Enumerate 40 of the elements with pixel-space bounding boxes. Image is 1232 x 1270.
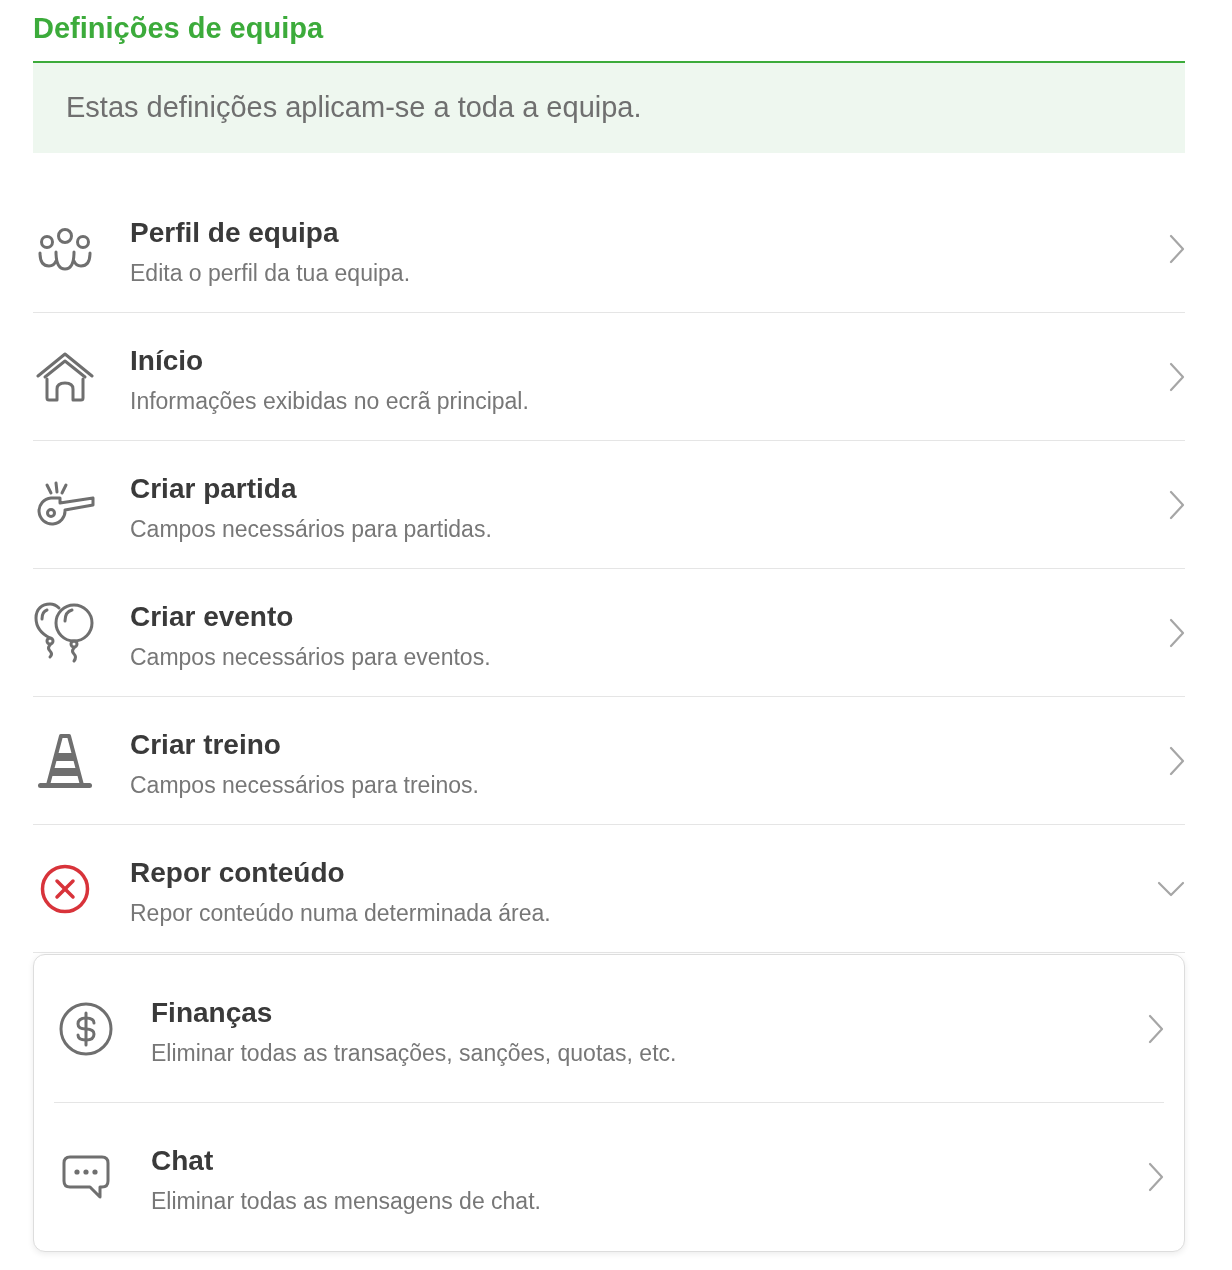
settings-row[interactable]: Início Informações exibidas no ecrã principal. <box>33 313 1185 441</box>
setting-title: Chat <box>151 1144 215 1178</box>
balloons-icon <box>34 600 96 665</box>
setting-title: Finanças <box>151 995 274 1030</box>
settings-row[interactable]: Criar evento Campos necessários para eventos. <box>33 569 1185 697</box>
submenu-row[interactable]: Finanças Eliminar todas as transações, sanções, quotas, etc. <box>54 955 1164 1103</box>
home-icon <box>36 351 94 402</box>
team-icon <box>38 226 92 271</box>
close-circle-icon <box>40 863 90 914</box>
chevron-right-icon <box>1169 617 1185 648</box>
dollar-circle-icon <box>59 1001 113 1056</box>
setting-title: Repor conteúdo <box>130 855 346 890</box>
chat-bubble-icon <box>62 1155 110 1199</box>
settings-row[interactable]: Perfil de equipa Edita o perfil da tua equipa. <box>33 185 1185 313</box>
setting-description: Campos necessários para partidas. <box>130 514 493 544</box>
setting-description: Campos necessários para treinos. <box>130 770 480 800</box>
chevron-right-icon <box>1169 361 1185 392</box>
setting-description: Repor conteúdo numa determinada área. <box>130 898 552 928</box>
setting-title: Criar treino <box>130 727 282 762</box>
setting-description: Campos necessários para eventos. <box>130 642 492 672</box>
chevron-right-icon <box>1169 233 1185 264</box>
info-text: Estas definições aplicam-se a toda a equipa. <box>66 90 642 126</box>
setting-title: Perfil de equipa <box>130 215 340 250</box>
setting-description: Eliminar todas as transações, sanções, quotas, etc. <box>151 1038 678 1068</box>
settings-row[interactable]: Criar partida Campos necessários para partidas. <box>33 441 1185 569</box>
traffic-cone-icon <box>36 732 94 789</box>
chevron-right-icon <box>1148 1013 1164 1044</box>
submenu-row[interactable]: Chat Eliminar todas as mensagens de chat. <box>54 1103 1164 1251</box>
setting-description: Informações exibidas no ecrã principal. <box>130 386 530 416</box>
page-title: Definições de equipa <box>33 10 324 46</box>
setting-description: Eliminar todas as mensagens de chat. <box>151 1187 542 1216</box>
setting-description: Edita o perfil da tua equipa. <box>130 258 412 288</box>
settings-row[interactable]: Criar treino Campos necessários para treinos. <box>33 697 1185 825</box>
chevron-right-icon <box>1169 489 1185 520</box>
chevron-right-icon <box>1148 1162 1164 1192</box>
setting-title: Criar partida <box>130 471 298 506</box>
setting-title: Criar evento <box>130 599 295 634</box>
settings-row[interactable]: Repor conteúdo Repor conteúdo numa determinada área. <box>33 825 1185 953</box>
setting-title: Início <box>130 343 205 378</box>
chevron-right-icon <box>1169 745 1185 776</box>
